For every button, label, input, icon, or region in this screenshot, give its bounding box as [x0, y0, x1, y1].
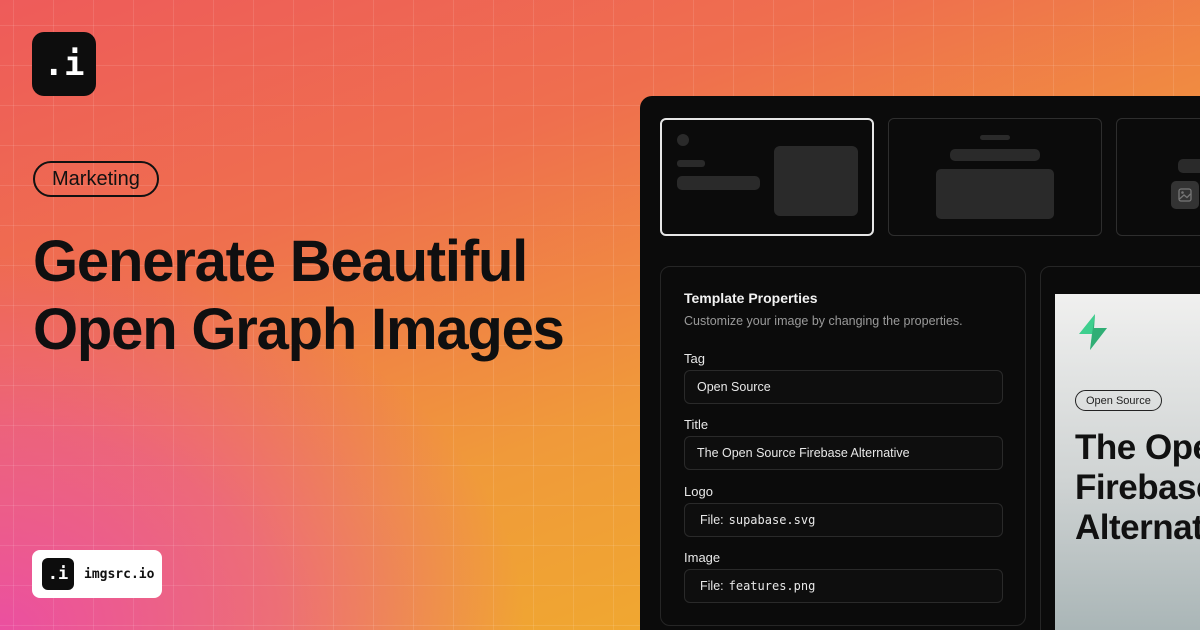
image-label: Image	[684, 550, 721, 565]
template-thumbnail-2[interactable]	[888, 118, 1102, 236]
thumb-line	[980, 135, 1010, 140]
panel-title: Template Properties	[684, 290, 818, 306]
brand-name: imgsrc.io	[84, 566, 155, 582]
preview-title-line-2: Firebase Alternative	[1075, 468, 1200, 547]
footer-brand-badge[interactable]: .i imgsrc.io	[32, 550, 162, 598]
image-placeholder-icon	[1171, 181, 1199, 209]
logo-file-input[interactable]: File: supabase.svg	[684, 503, 1003, 537]
preview-title-line-1: The Open Source	[1075, 428, 1200, 467]
thumb-dot	[677, 134, 689, 146]
headline-line-1: Generate Beautiful	[33, 229, 528, 294]
image-file-prefix: File:	[700, 579, 724, 593]
logo-label: Logo	[684, 484, 713, 499]
title-label: Title	[684, 417, 709, 432]
headline-line-2: Open Graph Images	[33, 297, 565, 362]
preview-title: The Open Source Firebase Alternative	[1075, 428, 1200, 548]
thumb-bar	[950, 149, 1040, 161]
thumb-image	[774, 146, 858, 216]
og-image-preview: Open Source The Open Source Firebase Alt…	[1055, 294, 1200, 630]
template-thumbnail-1[interactable]	[660, 118, 874, 236]
tag-label: Tag	[684, 351, 705, 366]
thumb-image	[936, 169, 1054, 219]
image-file-input[interactable]: File: features.png	[684, 569, 1003, 603]
thumb-bar	[1178, 159, 1200, 173]
title-input-value: The Open Source Firebase Alternative	[697, 446, 910, 460]
app-window: Template Properties Customize your image…	[640, 96, 1200, 630]
brand-mini-logo: .i	[42, 558, 74, 590]
panel-subtitle: Customize your image by changing the pro…	[684, 314, 963, 328]
preview-tag: Open Source	[1075, 390, 1162, 411]
logo-file-name: supabase.svg	[728, 513, 816, 527]
supabase-logo-icon	[1079, 314, 1107, 350]
thumb-line	[677, 160, 705, 167]
page-title: Generate Beautiful Open Graph Images	[33, 228, 565, 364]
brand-logo: .i	[32, 32, 96, 96]
logo-file-prefix: File:	[700, 513, 724, 527]
title-input[interactable]: The Open Source Firebase Alternative	[684, 436, 1003, 470]
template-properties-panel: Template Properties Customize your image…	[660, 266, 1026, 626]
thumb-bar	[677, 176, 760, 190]
image-file-name: features.png	[728, 579, 816, 593]
tag-input-value: Open Source	[697, 380, 771, 394]
tag-input[interactable]: Open Source	[684, 370, 1003, 404]
category-tag: Marketing	[33, 161, 159, 197]
template-thumbnail-3[interactable]	[1116, 118, 1200, 236]
